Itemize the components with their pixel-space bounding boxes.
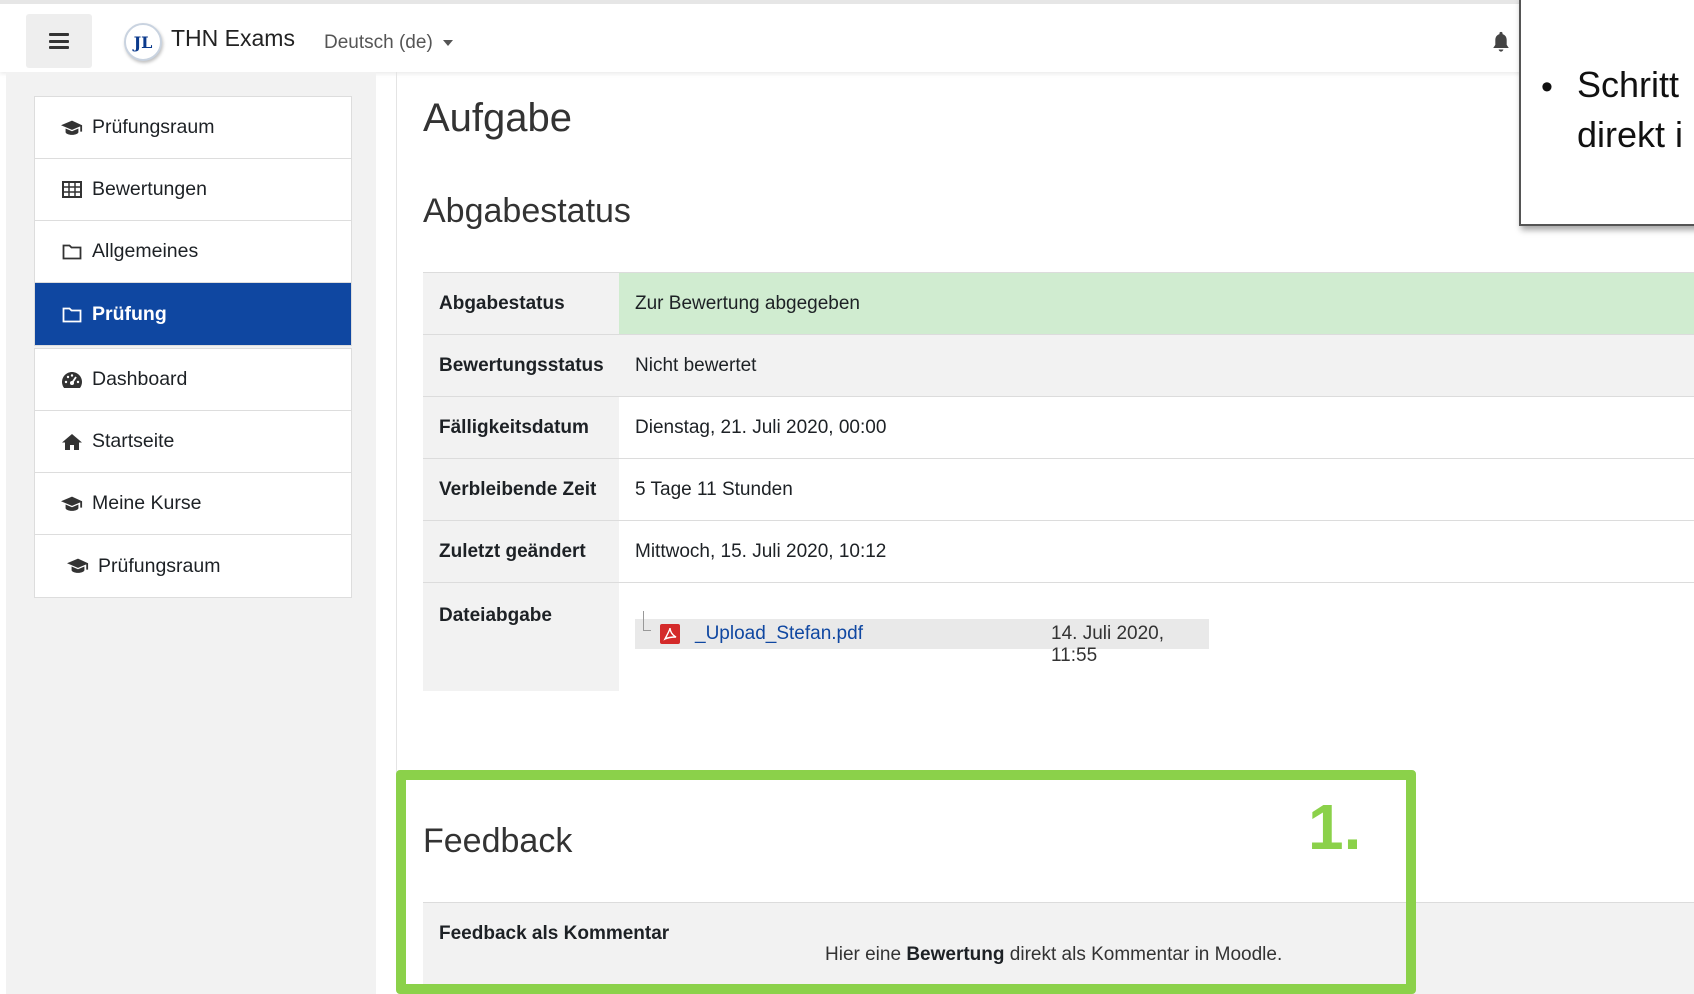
sidebar-item-pruefungsraum-2[interactable]: Prüfungsraum	[35, 535, 351, 597]
language-selector[interactable]: Deutsch (de)	[324, 32, 453, 54]
feedback-comment-text: Hier eine Bewertung direkt als Kommentar…	[825, 944, 1282, 966]
table-row: Abgabestatus Zur Bewertung abgegeben	[423, 272, 1694, 335]
sidebar-item-dashboard[interactable]: Dashboard	[35, 349, 351, 411]
sidebar-item-label: Meine Kurse	[92, 492, 202, 514]
folder-icon	[61, 304, 83, 324]
row-label: Dateiabgabe	[423, 582, 619, 691]
sidebar-item-label: Prüfung	[92, 302, 167, 325]
callout-text-line: direkt i	[1577, 114, 1684, 155]
feedback-comment-row: Feedback als Kommentar Hier eine Bewertu…	[423, 902, 1694, 994]
hamburger-icon	[49, 33, 69, 49]
submission-status-heading: Abgabestatus	[423, 192, 631, 230]
sidebar-item-label: Startseite	[92, 430, 175, 452]
sidebar-item-label: Bewertungen	[92, 178, 207, 200]
row-label: Fälligkeitsdatum	[423, 396, 619, 459]
sidebar-item-pruefungsraum[interactable]: Prüfungsraum	[35, 97, 351, 159]
tree-connector	[643, 610, 651, 631]
site-nav-group: Dashboard Startseite Meine Kurse Prüfung…	[34, 348, 352, 598]
home-icon	[61, 432, 83, 452]
submission-status-table: Abgabestatus Zur Bewertung abgegeben Bew…	[423, 272, 1694, 691]
nav-drawer: Prüfungsraum Bewertungen Allgemeines Prü…	[6, 72, 376, 994]
menu-toggle-button[interactable]	[26, 14, 92, 68]
top-navbar: JL THN Exams Deutsch (de)	[0, 0, 1694, 72]
row-label: Verbleibende Zeit	[423, 458, 619, 521]
table-row: Bewertungsstatus Nicht bewertet	[423, 334, 1694, 397]
site-logo[interactable]: JL	[124, 23, 162, 61]
feedback-heading: Feedback	[423, 822, 573, 860]
row-label: Zuletzt geändert	[423, 520, 619, 583]
sidebar-item-label: Prüfungsraum	[98, 554, 221, 577]
feedback-text-part: Hier eine	[825, 944, 907, 965]
callout-text-line: Schritt	[1577, 64, 1680, 105]
sidebar-item-meine-kurse[interactable]: Meine Kurse	[35, 473, 351, 535]
sidebar-item-startseite[interactable]: Startseite	[35, 411, 351, 473]
language-label: Deutsch (de)	[324, 32, 433, 53]
table-icon	[61, 180, 83, 200]
row-label: Abgabestatus	[423, 272, 619, 335]
sidebar-item-label: Dashboard	[92, 368, 188, 390]
caret-down-icon	[442, 39, 453, 46]
graduation-cap-icon	[61, 118, 83, 138]
file-date: 14. Juli 2020, 11:55	[1051, 622, 1165, 666]
submission-status-value: Zur Bewertung abgegeben	[619, 272, 1694, 335]
dashboard-icon	[61, 370, 83, 390]
course-nav-group: Prüfungsraum Bewertungen Allgemeines Prü…	[34, 96, 352, 346]
feedback-text-part: direkt als Kommentar in Moodle.	[1004, 944, 1283, 965]
file-link[interactable]: _Upload_Stefan.pdf	[695, 623, 863, 645]
table-row: Dateiabgabe _Upload_Stefan.pdf 14. Juli …	[423, 582, 1694, 691]
file-entry: _Upload_Stefan.pdf 14. Juli 2020, 11:55	[635, 610, 1209, 666]
sidebar-item-label: Allgemeines	[92, 240, 199, 262]
table-row: Zuletzt geändert Mittwoch, 15. Juli 2020…	[423, 520, 1694, 583]
graduation-cap-icon	[67, 556, 89, 576]
time-remaining-value: 5 Tage 11 Stunden	[635, 478, 793, 500]
feedback-comment-label: Feedback als Kommentar	[439, 923, 670, 944]
grading-status-value: Nicht bewertet	[619, 334, 1694, 397]
sidebar-item-bewertungen[interactable]: Bewertungen	[35, 159, 351, 221]
sidebar-item-pruefung[interactable]: Prüfung	[35, 283, 351, 345]
step-number-label: 1.	[1308, 791, 1362, 863]
last-modified-value: Mittwoch, 15. Juli 2020, 10:12	[635, 540, 887, 562]
graduation-cap-icon	[61, 494, 83, 514]
due-date-value: Dienstag, 21. Juli 2020, 00:00	[635, 416, 887, 438]
table-row: Verbleibende Zeit 5 Tage 11 Stunden	[423, 458, 1694, 521]
sidebar-item-allgemeines[interactable]: Allgemeines	[35, 221, 351, 283]
pdf-icon	[660, 623, 680, 644]
feedback-text-bold: Bewertung	[906, 944, 1005, 965]
instruction-callout: • Schritt direkt i	[1519, 0, 1694, 226]
row-label: Bewertungsstatus	[423, 334, 619, 397]
bullet-icon: •	[1541, 68, 1553, 106]
sidebar-item-label: Prüfungsraum	[92, 116, 215, 138]
file-submission-cell: _Upload_Stefan.pdf 14. Juli 2020, 11:55	[619, 583, 1694, 691]
folder-icon	[61, 242, 83, 262]
site-name[interactable]: THN Exams	[171, 25, 295, 52]
bell-icon[interactable]	[1490, 30, 1512, 54]
table-row: Fälligkeitsdatum Dienstag, 21. Juli 2020…	[423, 396, 1694, 459]
page-title: Aufgabe	[423, 96, 573, 140]
